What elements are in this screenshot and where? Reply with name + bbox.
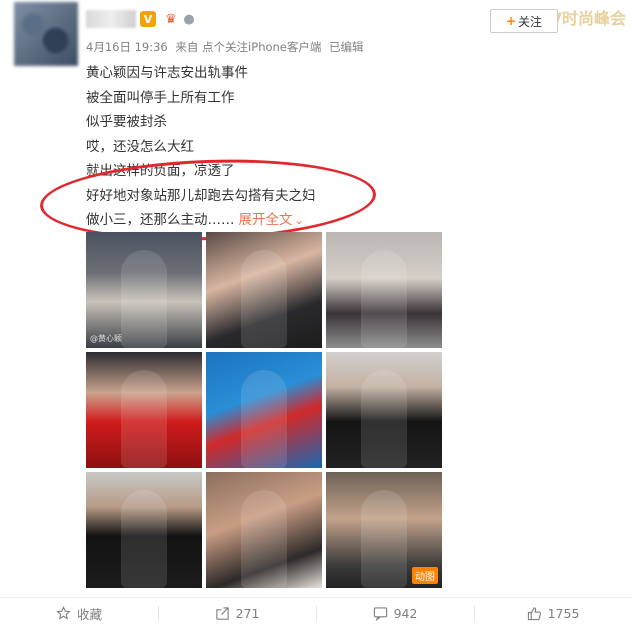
post-line: 似乎要被封杀: [86, 114, 167, 130]
medal-icon: ●: [183, 11, 195, 27]
photo-subject: [121, 250, 167, 348]
post-meta: 4月16日 19:36 来自 点个关注iPhone客户端 已编辑: [86, 39, 368, 55]
comment-count: 942: [393, 606, 418, 621]
username-blurred[interactable]: [86, 10, 136, 28]
photo-subject: [121, 490, 167, 588]
photo-thumbnail-7[interactable]: [86, 472, 202, 588]
comment-button[interactable]: 942: [316, 598, 474, 629]
repost-icon: [215, 607, 229, 620]
edited-label[interactable]: 已编辑: [329, 40, 364, 54]
post-line: 哎，还没怎么大红: [86, 138, 194, 155]
photo-subject: [241, 370, 287, 468]
action-bar: 收藏 271 942 1755: [0, 598, 632, 629]
photo-subject: [361, 370, 407, 468]
star-icon: [56, 606, 71, 620]
photo-thumbnail-9[interactable]: 动图: [326, 472, 442, 588]
photo-subject: [361, 250, 407, 348]
like-count: 1755: [547, 606, 580, 621]
plus-icon: +: [505, 14, 517, 28]
photo-subject: [241, 490, 287, 588]
post-source: 来自 点个关注iPhone客户端: [175, 40, 322, 54]
post-line: 被全面叫停手上所有工作: [86, 89, 235, 106]
repost-count: 271: [235, 606, 260, 621]
favorite-button[interactable]: 收藏: [0, 598, 158, 629]
follow-button[interactable]: + 关注: [490, 9, 558, 33]
photo-thumbnail-6[interactable]: [326, 352, 442, 468]
comment-icon: [373, 607, 387, 621]
verified-badge: V: [140, 11, 156, 27]
photo-subject: [241, 250, 287, 348]
image-caption: @黄心颖: [90, 334, 122, 343]
photo-thumbnail-3[interactable]: [326, 232, 442, 348]
gif-badge: 动图: [412, 567, 438, 584]
photo-thumbnail-4[interactable]: [86, 352, 202, 468]
favorite-label: 收藏: [76, 607, 102, 622]
photo-subject: [121, 370, 167, 468]
photo-thumbnail-8[interactable]: [206, 472, 322, 588]
repost-button[interactable]: 271: [158, 598, 316, 629]
post-line: 黄心颖因与许志安出轨事件: [86, 65, 248, 81]
crown-icon: ♛: [165, 11, 177, 27]
follow-label: 关注: [518, 14, 543, 29]
thumbs-up-icon: [527, 607, 541, 621]
photo-thumbnail-5[interactable]: [206, 352, 322, 468]
photo-subject: [361, 490, 407, 588]
photo-thumbnail-1[interactable]: @黄心颖: [86, 232, 202, 348]
post-date[interactable]: 4月16日 19:36: [86, 40, 168, 54]
photo-thumbnail-2[interactable]: [206, 232, 322, 348]
like-button[interactable]: 1755: [474, 598, 632, 629]
avatar[interactable]: [14, 2, 78, 66]
